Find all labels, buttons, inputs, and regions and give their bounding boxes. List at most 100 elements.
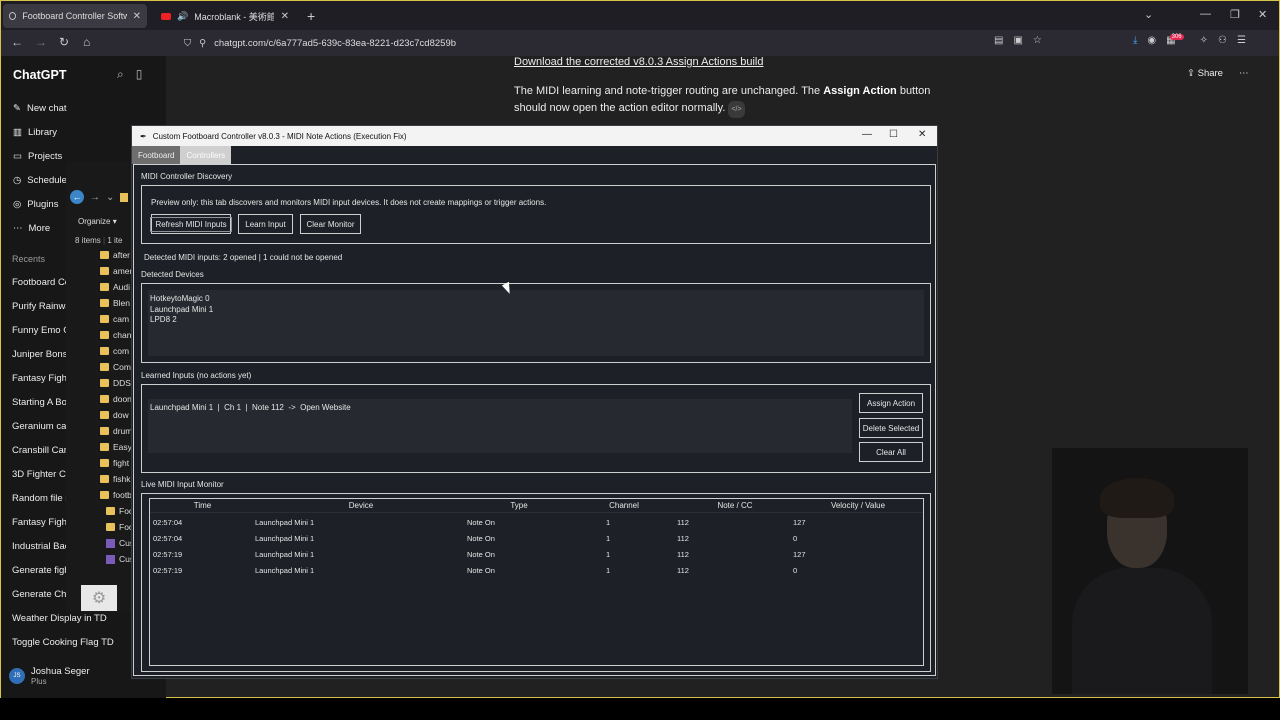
live-monitor-table[interactable]: Time Device Type Channel Note / CC Velocity /…	[149, 498, 924, 666]
sidebar-item-plugins[interactable]: ◎ Plugins	[13, 199, 58, 210]
menu-icon[interactable]: ☰	[1237, 35, 1246, 46]
explorer-row[interactable]: footb	[100, 490, 132, 500]
device-list-item[interactable]: Launchpad Mini 1	[150, 305, 922, 316]
table-row[interactable]: 02:57:04 Launchpad Mini 1 Note On 1 112 127	[150, 514, 923, 530]
tab-close-icon[interactable]: ✕	[281, 11, 289, 22]
recent-chat-item[interactable]: Fantasy Fight	[12, 373, 70, 384]
tab-list-chevron-icon[interactable]: ⌄	[1144, 8, 1153, 21]
recent-chat-item[interactable]: Fantasy Fight	[12, 517, 70, 528]
explorer-row[interactable]: Easy	[100, 442, 132, 452]
picture-in-picture-icon[interactable]: ▣	[1013, 35, 1022, 46]
tab-footboard[interactable]: Footboard	[132, 146, 181, 164]
browser-tab-footboard[interactable]: Footboard Controller Software ✕	[3, 4, 147, 28]
table-row[interactable]: 02:57:19 Launchpad Mini 1 Note On 1 112 127	[150, 546, 923, 562]
user-profile[interactable]: JS Joshua Seger Plus	[9, 666, 90, 686]
account-icon[interactable]: ◉	[1147, 35, 1156, 46]
minimize-icon[interactable]: —	[1200, 8, 1211, 20]
site-settings-icon[interactable]: ⚲	[199, 38, 206, 49]
recent-chat-item[interactable]: Weather Display in TD	[12, 613, 107, 624]
explorer-row[interactable]: dow	[100, 410, 129, 420]
recent-chat-item[interactable]: Geranium car	[12, 421, 70, 432]
share-button[interactable]: ⇪ Share	[1187, 68, 1223, 79]
learned-input-item[interactable]: Launchpad Mini 1 | Ch 1 | Note 112 -> Op…	[150, 403, 850, 414]
recent-chat-item[interactable]: Starting A Bo	[12, 397, 67, 408]
recent-chat-item[interactable]: Footboard Co	[12, 277, 70, 288]
learned-inputs-list[interactable]: Launchpad Mini 1 | Ch 1 | Note 112 -> Op…	[148, 399, 852, 453]
mask-icon[interactable]: ⚇	[1218, 35, 1227, 46]
tab-close-icon[interactable]: ✕	[133, 11, 141, 22]
assign-action-button[interactable]: Assign Action	[859, 393, 923, 413]
explorer-row[interactable]: fishk	[100, 474, 130, 484]
sidebar-item-new-chat[interactable]: ✎ New chat	[13, 103, 67, 114]
recent-chat-item[interactable]: 3D Fighter Ch	[12, 469, 71, 480]
refresh-midi-inputs-button[interactable]: Refresh MIDI Inputs	[150, 214, 232, 234]
sidebar-item-library[interactable]: ▥ Library	[13, 127, 57, 138]
url-bar[interactable]: ⛉ ⚲ chatgpt.com/c/6a777ad5-639c-83ea-822…	[176, 32, 1056, 54]
extension-badge-icon[interactable]: ▦306	[1166, 34, 1189, 46]
recent-chat-item[interactable]: Generate Cha	[12, 589, 72, 600]
delete-selected-button[interactable]: Delete Selected	[859, 418, 923, 438]
explorer-forward-icon[interactable]: →	[90, 192, 100, 203]
app-minimize-icon[interactable]: —	[862, 129, 872, 140]
column-header[interactable]: Time	[150, 501, 255, 510]
explorer-row[interactable]: drum	[100, 426, 132, 436]
forward-icon[interactable]: →	[35, 35, 47, 49]
explorer-row[interactable]: doon	[100, 394, 132, 404]
explorer-back-icon[interactable]: ←	[70, 190, 84, 204]
explorer-row[interactable]: cam	[100, 314, 129, 324]
explorer-history-icon[interactable]: ⌄	[106, 192, 114, 203]
column-header[interactable]: Type	[467, 501, 571, 510]
table-row[interactable]: 02:57:19 Launchpad Mini 1 Note On 1 112 0	[150, 562, 923, 578]
recent-chat-item[interactable]: Toggle Cooking Flag TD	[12, 637, 114, 648]
explorer-row[interactable]: chan	[100, 330, 131, 340]
brand-title[interactable]: ChatGPT	[13, 68, 66, 82]
shield-icon[interactable]: ⛉	[184, 38, 191, 49]
explorer-row[interactable]: com	[100, 346, 129, 356]
explorer-row[interactable]: Audi	[100, 282, 130, 292]
explorer-row[interactable]: DDS	[100, 378, 131, 388]
column-header[interactable]: Note / CC	[677, 501, 793, 510]
close-window-icon[interactable]: ✕	[1258, 8, 1267, 21]
explorer-row[interactable]: Com	[100, 362, 131, 372]
explorer-row[interactable]: amer	[100, 266, 132, 276]
sidebar-toggle-icon[interactable]: ▯	[136, 67, 143, 82]
explorer-row[interactable]: Cus	[106, 538, 134, 548]
recent-chat-item[interactable]: Random file s	[12, 493, 70, 504]
table-row[interactable]: 02:57:04 Launchpad Mini 1 Note On 1 112 0	[150, 530, 923, 546]
explorer-row[interactable]: after	[100, 250, 130, 260]
download-link[interactable]: Download the corrected v8.0.3 Assign Act…	[514, 56, 763, 68]
column-header[interactable]: Device	[255, 501, 467, 510]
recent-chat-item[interactable]: Funny Emo G	[12, 325, 71, 336]
explorer-row[interactable]: Blen	[100, 298, 130, 308]
recent-chat-item[interactable]: Cransbill Care	[12, 445, 72, 456]
code-citation-icon[interactable]: </>	[728, 101, 745, 118]
explorer-row[interactable]: Cus	[106, 554, 134, 564]
explorer-row[interactable]: fight	[100, 458, 129, 468]
device-list-item[interactable]: HotkeytoMagic 0	[150, 294, 922, 305]
organize-menu[interactable]: Organize ▾	[78, 217, 117, 226]
back-icon[interactable]: ←	[11, 35, 23, 49]
more-options-icon[interactable]: ⋯	[1239, 68, 1249, 79]
sidebar-item-more[interactable]: ⋯ More	[13, 223, 50, 234]
recent-chat-item[interactable]: Generate figh	[12, 565, 70, 576]
browser-tab-macroblank[interactable]: 🔊 Macroblank - 美術館 COLL ✕	[155, 4, 295, 28]
column-header[interactable]: Velocity / Value	[793, 501, 923, 510]
clear-all-button[interactable]: Clear All	[859, 442, 923, 462]
recent-chat-item[interactable]: Industrial Bac	[12, 541, 70, 552]
new-tab-icon[interactable]: +	[307, 8, 315, 24]
clear-monitor-button[interactable]: Clear Monitor	[300, 214, 361, 234]
tab-controllers[interactable]: Controllers	[180, 146, 232, 164]
home-icon[interactable]: ⌂	[83, 35, 90, 49]
recent-chat-item[interactable]: Juniper Bonsa	[12, 349, 73, 360]
explorer-row[interactable]: Foo	[106, 506, 134, 516]
recent-chat-item[interactable]: Purify Rainwa	[12, 301, 71, 312]
reload-icon[interactable]: ↻	[59, 35, 69, 49]
app-maximize-icon[interactable]: ☐	[889, 129, 898, 140]
search-icon[interactable]: ⌕	[117, 67, 124, 82]
download-icon[interactable]: ⤓	[1133, 35, 1137, 46]
column-header[interactable]: Channel	[571, 501, 677, 510]
reader-view-icon[interactable]: ▤	[994, 35, 1003, 46]
app-close-icon[interactable]: ✕	[918, 129, 926, 140]
learn-input-button[interactable]: Learn Input	[238, 214, 293, 234]
sidebar-item-scheduled[interactable]: ◷ Scheduled	[13, 175, 72, 186]
